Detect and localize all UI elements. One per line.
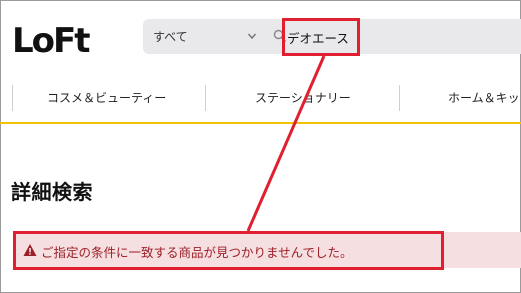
annotation-connector-line [246, 55, 326, 232]
